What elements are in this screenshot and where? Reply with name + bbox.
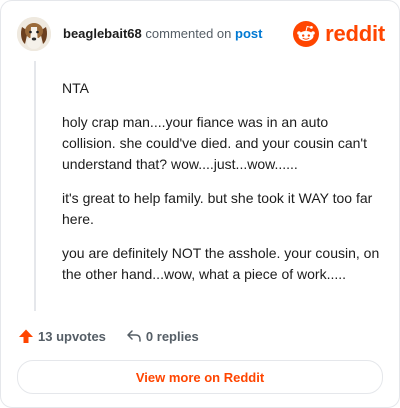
comment-actions: 13 upvotes 0 replies <box>18 326 199 346</box>
comment-body: NTA holy crap man....your fiance was in … <box>62 78 382 298</box>
upvote-button[interactable]: 13 upvotes <box>18 328 106 344</box>
view-more-button[interactable]: View more on Reddit <box>17 360 383 394</box>
reddit-alien-icon <box>293 21 320 47</box>
upvote-count: 13 upvotes <box>38 328 106 344</box>
brand-wordmark: reddit <box>325 21 385 46</box>
comment-embed-card: beaglebait68 commented on post reddit NT… <box>0 0 400 408</box>
post-link[interactable]: post <box>235 26 262 41</box>
comment-paragraph: holy crap man....your fiance was in an a… <box>62 114 367 172</box>
upvote-arrow-icon <box>19 329 33 343</box>
reddit-logo[interactable]: reddit <box>293 18 385 50</box>
reply-arrow-icon <box>127 330 141 342</box>
comment-paragraph: you are definitely NOT the asshole. your… <box>62 245 380 282</box>
username-link[interactable]: beaglebait68 <box>63 26 142 41</box>
thread-line <box>34 61 36 311</box>
reply-count: 0 replies <box>145 328 199 344</box>
action-text: commented on <box>145 26 232 41</box>
beagle-avatar-icon <box>17 17 51 51</box>
replies-button[interactable]: 0 replies <box>126 328 199 344</box>
byline: beaglebait68 commented on post <box>63 26 262 42</box>
comment-header: beaglebait68 commented on post reddit <box>17 17 385 51</box>
user-avatar[interactable] <box>17 17 51 51</box>
comment-paragraph: NTA <box>62 80 89 96</box>
comment-paragraph: it's great to help family. but she took … <box>62 190 373 227</box>
